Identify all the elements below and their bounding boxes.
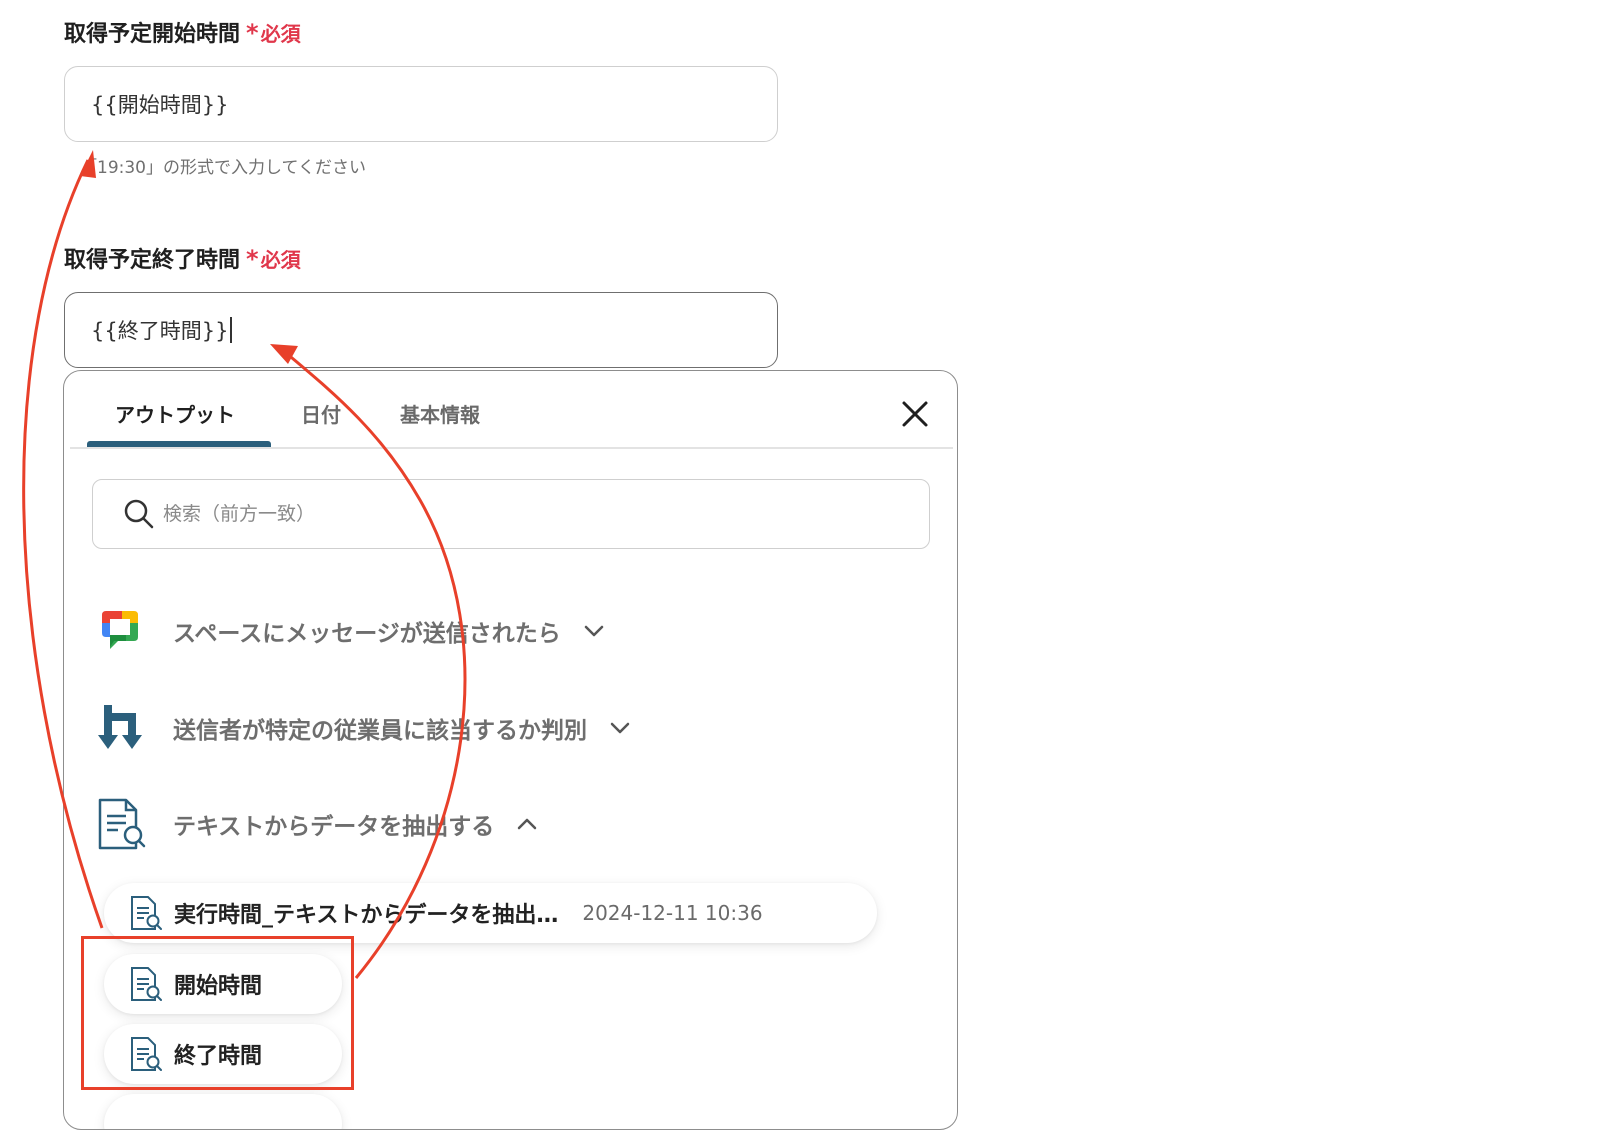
- extract-document-icon: [131, 896, 162, 930]
- group-label: スペースにメッセージが送信されたら: [173, 621, 561, 647]
- chevron-up-icon: [518, 818, 537, 830]
- search-input[interactable]: [163, 503, 863, 525]
- group-label: テキストからデータを抽出する: [173, 814, 495, 840]
- end-time-value: {{終了時間}}: [91, 319, 229, 343]
- tab-date[interactable]: 日付: [301, 399, 341, 428]
- item-label: 実行時間_テキストからデータを抽出…: [174, 903, 559, 928]
- group-extract-text[interactable]: テキストからデータを抽出する: [98, 798, 538, 850]
- group-sender-check[interactable]: 送信者が特定の従業員に該当するか判別: [98, 703, 631, 753]
- search-box[interactable]: [92, 479, 930, 549]
- text-caret: [230, 317, 232, 343]
- output-item-partial[interactable]: [104, 1094, 342, 1129]
- output-item-exec-time[interactable]: 実行時間_テキストからデータを抽出… 2024-12-11 10:36: [104, 883, 877, 943]
- tab-output[interactable]: アウトプット: [115, 399, 235, 428]
- required-badge: * 必須: [246, 245, 301, 273]
- branch-icon: [98, 705, 142, 749]
- annotation-highlight-box: [81, 936, 354, 1090]
- group-label: 送信者が特定の従業員に該当するか判別: [173, 718, 587, 744]
- search-icon: [124, 499, 154, 529]
- tab-basic-info[interactable]: 基本情報: [400, 399, 480, 428]
- item-value: 2024-12-11 10:36: [582, 901, 763, 925]
- group-space-message[interactable]: スペースにメッセージが送信されたら: [98, 606, 605, 656]
- end-time-label: 取得予定終了時間 * 必須: [64, 245, 301, 273]
- required-badge: * 必須: [246, 19, 301, 47]
- tabs-divider: [70, 447, 953, 449]
- end-time-input[interactable]: {{終了時間}}: [64, 292, 778, 368]
- start-time-value: {{開始時間}}: [91, 93, 229, 117]
- chevron-down-icon: [610, 722, 630, 734]
- google-chat-icon: [102, 611, 138, 649]
- chevron-down-icon: [584, 625, 604, 637]
- close-icon: [902, 401, 928, 427]
- close-button[interactable]: [897, 396, 933, 432]
- extract-document-icon: [98, 798, 146, 850]
- start-time-input[interactable]: {{開始時間}}: [64, 66, 778, 142]
- start-time-hint: 「19:30」の形式で入力してください: [80, 158, 366, 178]
- start-time-label: 取得予定開始時間 * 必須: [64, 19, 301, 47]
